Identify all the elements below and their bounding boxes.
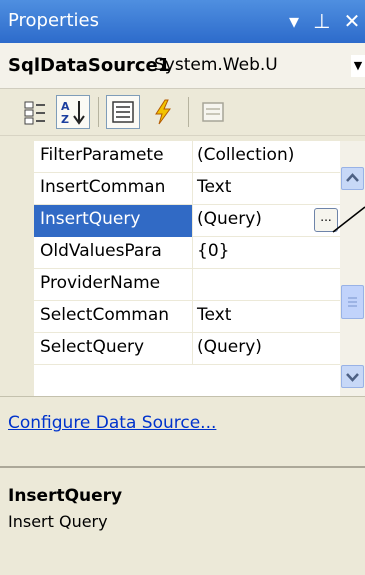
- property-value-text: (Query): [197, 209, 262, 229]
- property-name: SelectComman: [34, 301, 193, 333]
- property-name: InsertQuery: [34, 205, 193, 237]
- property-value[interactable]: [194, 269, 340, 301]
- grid-row-selectquery[interactable]: SelectQuery (Query): [34, 333, 340, 365]
- vertical-scrollbar[interactable]: [340, 141, 365, 396]
- pin-icon[interactable]: ⊥: [310, 8, 334, 34]
- window-title: Properties: [8, 10, 99, 31]
- scroll-thumb[interactable]: [341, 285, 364, 319]
- object-selector[interactable]: SqlDataSource1 System.Web.U ▼: [0, 43, 365, 89]
- property-name: ProviderName: [34, 269, 193, 301]
- property-value[interactable]: Text: [194, 301, 340, 333]
- property-value[interactable]: (Query) ...: [194, 205, 340, 237]
- scroll-up-button[interactable]: [341, 167, 364, 190]
- property-value[interactable]: {0}: [194, 237, 340, 269]
- properties-window: Properties ▾ ⊥ ✕ SqlDataSource1 System.W…: [0, 0, 365, 575]
- description-text: Insert Query: [8, 512, 108, 531]
- selected-object-name: SqlDataSource1: [8, 55, 171, 76]
- window-menu-dropdown-icon[interactable]: ▾: [282, 8, 306, 34]
- toolbar-separator: [188, 97, 189, 127]
- property-pages-icon[interactable]: [196, 95, 230, 129]
- property-name: FilterParamete: [34, 141, 193, 173]
- close-icon[interactable]: ✕: [340, 8, 364, 34]
- scroll-down-button[interactable]: [341, 365, 364, 388]
- property-name: SelectQuery: [34, 333, 193, 365]
- property-value[interactable]: Text: [194, 173, 340, 205]
- title-bar: Properties ▾ ⊥ ✕: [0, 0, 365, 43]
- categorized-icon[interactable]: [18, 95, 52, 129]
- grid-row-oldvaluesparameterformatstring[interactable]: OldValuesPara {0}: [34, 237, 340, 269]
- description-title: InsertQuery: [8, 486, 123, 506]
- svg-text:Z: Z: [61, 113, 69, 126]
- ellipsis-button[interactable]: ...: [314, 208, 338, 232]
- chevron-down-icon[interactable]: ▼: [351, 55, 365, 77]
- property-value[interactable]: (Collection): [194, 141, 340, 173]
- alphabetical-icon[interactable]: A Z: [56, 95, 90, 129]
- property-name: InsertComman: [34, 173, 193, 205]
- description-pane: InsertQuery Insert Query: [0, 468, 365, 575]
- selected-object-type: System.Web.U: [154, 55, 278, 75]
- svg-text:A: A: [61, 100, 70, 113]
- grip-icon: [348, 297, 357, 307]
- grid-row-filterparameters[interactable]: FilterParamete (Collection): [34, 141, 340, 173]
- properties-toolbar: A Z: [0, 89, 365, 136]
- property-name: OldValuesPara: [34, 237, 193, 269]
- grid-row-providername[interactable]: ProviderName: [34, 269, 340, 301]
- properties-icon[interactable]: [106, 95, 140, 129]
- chevron-down-icon: [346, 373, 359, 382]
- grid-row-selectcommandtype[interactable]: SelectComman Text: [34, 301, 340, 333]
- grid-row-insertquery[interactable]: InsertQuery (Query) ...: [34, 205, 340, 237]
- property-value[interactable]: (Query): [194, 333, 340, 365]
- property-grid: FilterParamete (Collection) InsertComman…: [0, 141, 365, 396]
- grid-margin: [0, 141, 34, 396]
- chevron-up-icon: [346, 173, 359, 182]
- events-icon[interactable]: [146, 95, 180, 129]
- configure-data-source-link[interactable]: Configure Data Source...: [8, 413, 216, 433]
- commands-pane: Configure Data Source...: [0, 396, 365, 466]
- grid-row-insertcommandtype[interactable]: InsertComman Text: [34, 173, 340, 205]
- toolbar-separator: [98, 97, 99, 127]
